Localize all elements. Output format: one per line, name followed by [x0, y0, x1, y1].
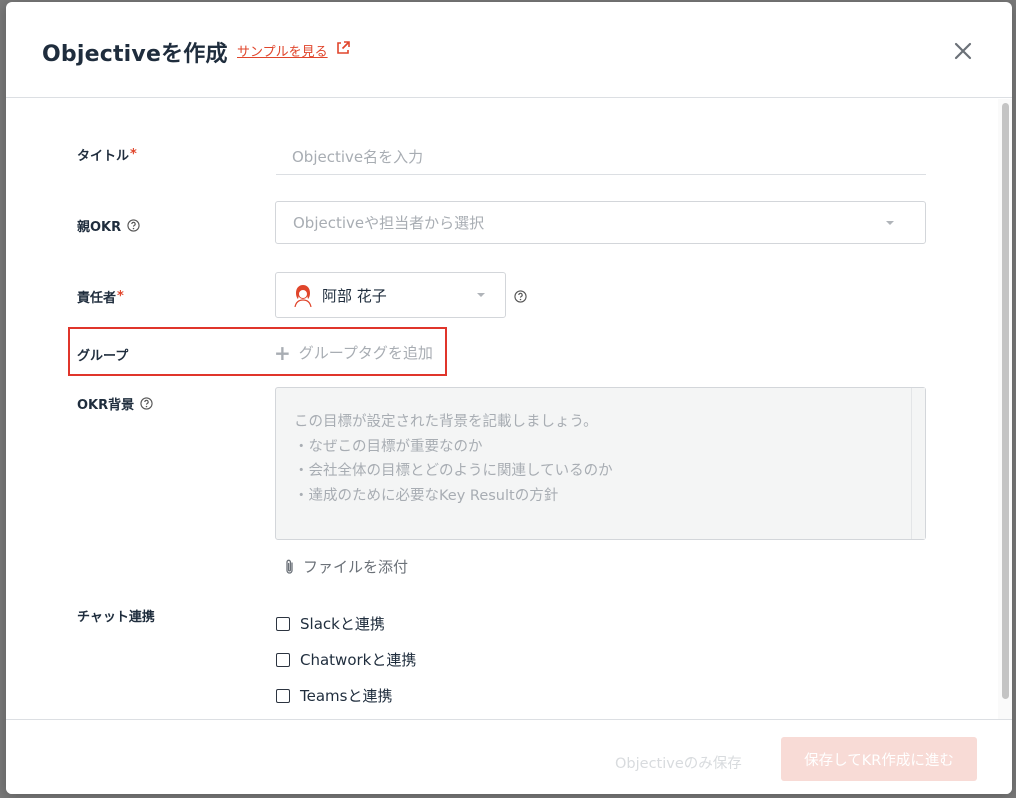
external-link-icon[interactable]	[335, 40, 351, 56]
title-label: タイトル *	[77, 147, 137, 164]
owner-select[interactable]: 阿部 花子	[275, 272, 506, 318]
required-mark: *	[130, 147, 137, 162]
slack-checkbox-row[interactable]: Slackと連携	[276, 613, 385, 634]
title-input[interactable]	[276, 139, 926, 175]
chevron-down-icon	[477, 293, 485, 297]
attach-file-button[interactable]: ファイルを添付	[283, 556, 408, 577]
modal-header: Objectiveを作成 サンプルを見る	[6, 2, 1012, 98]
scrollbar-thumb[interactable]	[1002, 103, 1009, 699]
create-objective-modal: Objectiveを作成 サンプルを見る タイトル* 親OKR Objectiv…	[6, 2, 1012, 794]
placeholder-line: ・会社全体の目標とどのように関連しているのか	[294, 463, 613, 479]
modal-body: タイトル* 親OKR Objectiveや担当者から選択 責任者*	[6, 99, 1012, 719]
help-icon[interactable]	[514, 290, 527, 303]
plus-icon: +	[274, 340, 291, 365]
chatwork-checkbox[interactable]	[276, 652, 290, 667]
placeholder-line: この目標が設定された背景を記載しましょう。	[294, 414, 598, 430]
teams-checkbox-row[interactable]: Teamsと連携	[276, 685, 392, 706]
attach-file-label: ファイルを添付	[303, 558, 409, 576]
owner-name: 阿部 花子	[322, 286, 387, 305]
group-label: グループ	[77, 349, 129, 364]
paperclip-icon	[286, 559, 293, 574]
owner-label: 責任者 *	[77, 289, 124, 306]
close-icon[interactable]	[950, 38, 976, 64]
parent-okr-select[interactable]: Objectiveや担当者から選択	[275, 201, 926, 244]
modal-footer: Objectiveのみ保存 保存してKR作成に進む	[6, 719, 1012, 794]
textarea-scrollbar[interactable]	[911, 388, 925, 539]
slack-label: Slackと連携	[300, 615, 385, 633]
save-objective-only-button[interactable]: Objectiveのみ保存	[615, 752, 742, 773]
avatar	[294, 285, 312, 307]
modal-title: Objectiveを作成	[42, 42, 228, 67]
placeholder-line: ・達成のために必要なKey Resultの方針	[294, 487, 559, 504]
placeholder-line: ・なぜこの目標が重要なのか	[294, 438, 483, 455]
chevron-down-icon	[886, 221, 894, 225]
add-group-tag-label: グループタグを追加	[298, 344, 433, 362]
okr-background-textarea[interactable]: この目標が設定された背景を記載しましょう。 ・なぜこの目標が重要なのか ・会社全…	[275, 387, 926, 540]
chatwork-checkbox-row[interactable]: Chatworkと連携	[276, 649, 416, 670]
teams-checkbox[interactable]	[276, 688, 290, 703]
parent-okr-placeholder: Objectiveや担当者から選択	[293, 214, 485, 232]
parent-okr-label: 親OKR	[77, 216, 140, 235]
chat-integration-label: チャット連携	[77, 610, 155, 625]
slack-checkbox[interactable]	[276, 616, 290, 631]
okr-background-label: OKR背景	[77, 394, 153, 413]
help-icon[interactable]	[140, 397, 153, 410]
save-and-create-kr-button[interactable]: 保存してKR作成に進む	[781, 737, 977, 781]
teams-label: Teamsと連携	[300, 687, 393, 705]
help-icon[interactable]	[127, 219, 140, 232]
chatwork-label: Chatworkと連携	[300, 651, 417, 669]
required-mark: *	[117, 289, 124, 304]
add-group-tag-button[interactable]: + グループタグを追加	[274, 342, 433, 363]
sample-link[interactable]: サンプルを見る	[237, 41, 328, 60]
